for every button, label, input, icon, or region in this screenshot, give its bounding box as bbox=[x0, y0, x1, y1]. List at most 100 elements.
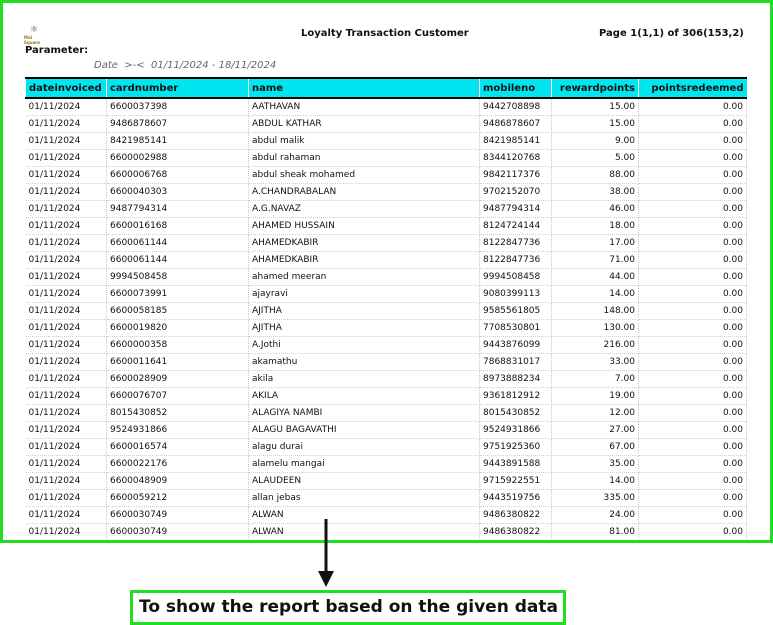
parameter-label: Parameter: bbox=[25, 45, 89, 56]
table-cell-pointsredeemed: 0.00 bbox=[638, 438, 747, 456]
table-cell-mobileno: 8421985141 bbox=[479, 132, 552, 150]
table-cell-name: AHAMED HUSSAIN bbox=[248, 217, 480, 235]
table-row: 01/11/2024 6600030749 ALWAN 9486380822 24.00… bbox=[25, 506, 747, 524]
table-cell-name: abdul sheak mohamed bbox=[248, 166, 480, 184]
table-cell-name: akila bbox=[248, 370, 480, 388]
table-cell-pointsredeemed: 0.00 bbox=[638, 200, 747, 218]
table-cell-cardnumber: 6600011641 bbox=[106, 353, 249, 371]
table-row: 01/11/2024 9994508458 ahamed meeran 9994508… bbox=[25, 268, 747, 286]
table-cell-name: A.Jothi bbox=[248, 336, 480, 354]
table-cell-mobileno: 9443876099 bbox=[479, 336, 552, 354]
table-cell-dateinvoiced: 01/11/2024 bbox=[25, 234, 107, 252]
table-cell-rewardpoints: 19.00 bbox=[551, 387, 639, 405]
table-cell-mobileno: 9486878607 bbox=[479, 115, 552, 133]
logo-icon: ⚛ bbox=[29, 25, 39, 35]
table-cell-pointsredeemed: 0.00 bbox=[638, 387, 747, 405]
table-cell-cardnumber: 9487794314 bbox=[106, 200, 249, 218]
table-cell-mobileno: 9486380822 bbox=[479, 523, 552, 540]
table-cell-dateinvoiced: 01/11/2024 bbox=[25, 404, 107, 422]
table-cell-rewardpoints: 148.00 bbox=[551, 302, 639, 320]
table-cell-cardnumber: 6600016168 bbox=[106, 217, 249, 235]
table-row: 01/11/2024 6600028909 akila 8973888234 7.00 0… bbox=[25, 370, 747, 388]
table-cell-pointsredeemed: 0.00 bbox=[638, 353, 747, 371]
table-cell-mobileno: 8124724144 bbox=[479, 217, 552, 235]
table-cell-dateinvoiced: 01/11/2024 bbox=[25, 438, 107, 456]
table-cell-dateinvoiced: 01/11/2024 bbox=[25, 387, 107, 405]
table-cell-mobileno: 8122847736 bbox=[479, 251, 552, 269]
table-cell-mobileno: 7708530801 bbox=[479, 319, 552, 337]
annotation-caption: To show the report based on the given da… bbox=[130, 590, 566, 625]
table-cell-rewardpoints: 130.00 bbox=[551, 319, 639, 337]
table-cell-rewardpoints: 27.00 bbox=[551, 421, 639, 439]
table-cell-cardnumber: 9524931866 bbox=[106, 421, 249, 439]
table-cell-dateinvoiced: 01/11/2024 bbox=[25, 268, 107, 286]
table-cell-dateinvoiced: 01/11/2024 bbox=[25, 285, 107, 303]
table-cell-cardnumber: 6600030749 bbox=[106, 523, 249, 540]
parameter-value: Date >-< 01/11/2024 - 18/11/2024 bbox=[94, 60, 277, 71]
table-cell-pointsredeemed: 0.00 bbox=[638, 421, 747, 439]
table-cell-pointsredeemed: 0.00 bbox=[638, 506, 747, 524]
table-row: 01/11/2024 6600019820 AJITHA 7708530801 130.… bbox=[25, 319, 747, 337]
table-cell-rewardpoints: 81.00 bbox=[551, 523, 639, 540]
report-table-body: 01/11/2024 6600037398 AATHAVAN 9442708898 15… bbox=[25, 98, 747, 540]
company-logo: ⚛ Mal Square bbox=[24, 25, 44, 45]
table-cell-mobileno: 9842117376 bbox=[479, 166, 552, 184]
table-cell-name: allan jebas bbox=[248, 489, 480, 507]
column-header-cardnumber: cardnumber bbox=[106, 77, 249, 99]
table-cell-pointsredeemed: 0.00 bbox=[638, 251, 747, 269]
table-cell-dateinvoiced: 01/11/2024 bbox=[25, 472, 107, 490]
table-row: 01/11/2024 6600048909 ALAUDEEN 9715922551 14… bbox=[25, 472, 747, 490]
table-cell-cardnumber: 6600037398 bbox=[106, 98, 249, 116]
table-cell-cardnumber: 6600059212 bbox=[106, 489, 249, 507]
table-cell-pointsredeemed: 0.00 bbox=[638, 132, 747, 150]
table-cell-rewardpoints: 216.00 bbox=[551, 336, 639, 354]
table-cell-name: ALAGU BAGAVATHI bbox=[248, 421, 480, 439]
table-cell-rewardpoints: 88.00 bbox=[551, 166, 639, 184]
logo-text: Mal Square bbox=[24, 35, 40, 45]
table-cell-pointsredeemed: 0.00 bbox=[638, 268, 747, 286]
table-row: 01/11/2024 6600022176 alamelu mangai 944389… bbox=[25, 455, 747, 473]
table-cell-pointsredeemed: 0.00 bbox=[638, 404, 747, 422]
table-cell-dateinvoiced: 01/11/2024 bbox=[25, 98, 107, 116]
table-cell-mobileno: 8344120768 bbox=[479, 149, 552, 167]
table-cell-cardnumber: 6600002988 bbox=[106, 149, 249, 167]
table-cell-rewardpoints: 38.00 bbox=[551, 183, 639, 201]
table-row: 01/11/2024 6600011641 akamathu 7868831017 33… bbox=[25, 353, 747, 371]
table-row: 01/11/2024 6600059212 allan jebas 944351975… bbox=[25, 489, 747, 507]
table-cell-rewardpoints: 35.00 bbox=[551, 455, 639, 473]
table-cell-dateinvoiced: 01/11/2024 bbox=[25, 370, 107, 388]
table-cell-name: abdul rahaman bbox=[248, 149, 480, 167]
table-cell-dateinvoiced: 01/11/2024 bbox=[25, 455, 107, 473]
table-cell-mobileno: 9486380822 bbox=[479, 506, 552, 524]
table-cell-mobileno: 9702152070 bbox=[479, 183, 552, 201]
table-cell-dateinvoiced: 01/11/2024 bbox=[25, 336, 107, 354]
page-info: Page 1(1,1) of 306(153,2) bbox=[599, 28, 744, 39]
table-cell-rewardpoints: 33.00 bbox=[551, 353, 639, 371]
table-cell-mobileno: 8122847736 bbox=[479, 234, 552, 252]
table-cell-cardnumber: 8421985141 bbox=[106, 132, 249, 150]
column-header-mobileno: mobileno bbox=[479, 77, 552, 99]
table-cell-mobileno: 9361812912 bbox=[479, 387, 552, 405]
table-cell-rewardpoints: 12.00 bbox=[551, 404, 639, 422]
table-cell-cardnumber: 6600061144 bbox=[106, 234, 249, 252]
table-cell-dateinvoiced: 01/11/2024 bbox=[25, 183, 107, 201]
table-cell-pointsredeemed: 0.00 bbox=[638, 523, 747, 540]
column-header-pointsredeemed: pointsredeemed bbox=[638, 77, 747, 99]
table-row: 01/11/2024 6600016168 AHAMED HUSSAIN 812472… bbox=[25, 217, 747, 235]
table-cell-dateinvoiced: 01/11/2024 bbox=[25, 319, 107, 337]
table-cell-pointsredeemed: 0.00 bbox=[638, 115, 747, 133]
table-cell-dateinvoiced: 01/11/2024 bbox=[25, 217, 107, 235]
table-cell-cardnumber: 6600006768 bbox=[106, 166, 249, 184]
table-cell-cardnumber: 6600061144 bbox=[106, 251, 249, 269]
table-cell-mobileno: 9442708898 bbox=[479, 98, 552, 116]
table-cell-cardnumber: 6600040303 bbox=[106, 183, 249, 201]
column-header-rewardpoints: rewardpoints bbox=[551, 77, 639, 99]
table-cell-cardnumber: 8015430852 bbox=[106, 404, 249, 422]
table-cell-pointsredeemed: 0.00 bbox=[638, 489, 747, 507]
report-title: Loyalty Transaction Customer bbox=[301, 28, 469, 39]
table-cell-cardnumber: 6600030749 bbox=[106, 506, 249, 524]
table-cell-cardnumber: 6600073991 bbox=[106, 285, 249, 303]
table-cell-dateinvoiced: 01/11/2024 bbox=[25, 166, 107, 184]
table-cell-cardnumber: 6600022176 bbox=[106, 455, 249, 473]
table-cell-name: ahamed meeran bbox=[248, 268, 480, 286]
